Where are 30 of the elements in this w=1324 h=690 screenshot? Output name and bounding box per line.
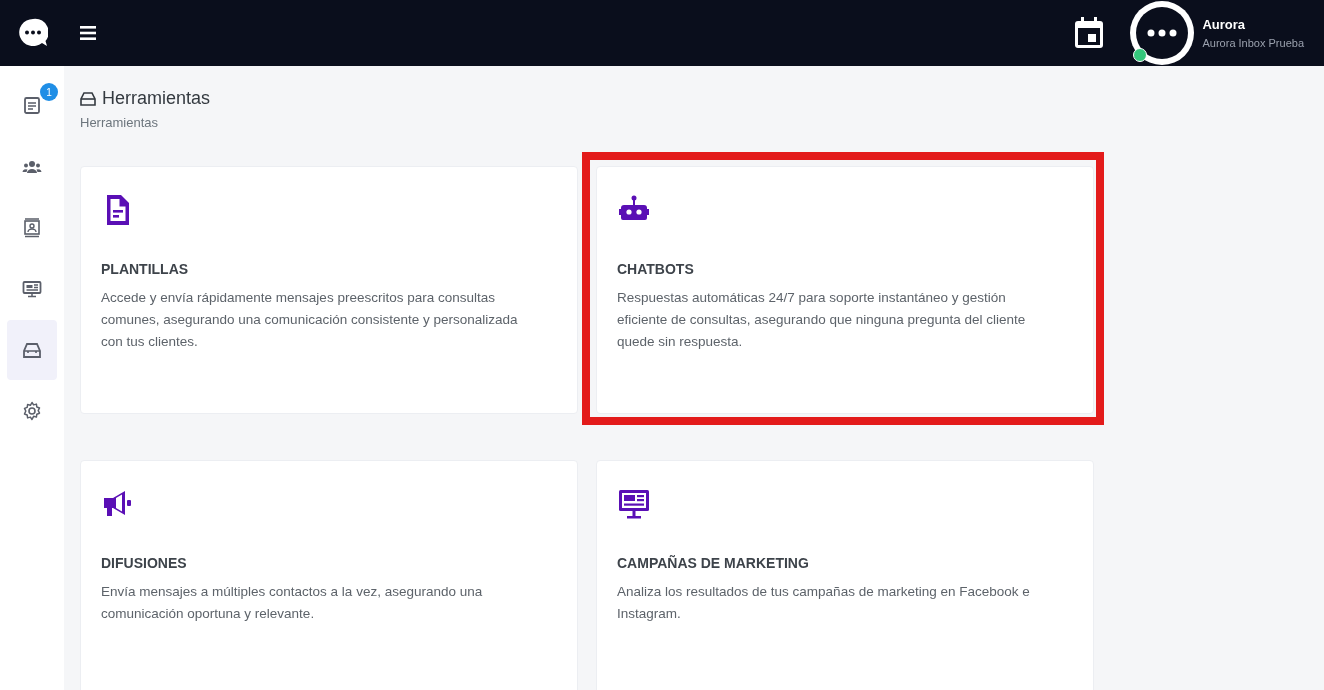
breadcrumb: Herramientas <box>80 115 160 130</box>
page-title: Herramientas <box>102 88 211 109</box>
card-title: CHATBOTS <box>617 261 695 277</box>
notification-badge: 1 <box>40 83 58 101</box>
calendar-icon[interactable] <box>1074 17 1105 49</box>
toolbox-icon <box>22 340 42 360</box>
menu-button[interactable] <box>80 26 96 40</box>
settings-icon <box>22 401 42 421</box>
chat-bubble-logo <box>18 18 48 48</box>
card-description: Accede y envía rápidamente mensajes preescritos para consultas comunes, asegurando una comunicación consistente y personalizada con tus clientes. <box>101 289 519 351</box>
contact-card-icon <box>22 218 42 238</box>
tool-card[interactable]: CHATBOTS Respuestas automáticas 24/7 para soporte instantáneo y gestión eficiente de consultas, asegurando que ninguna pregunta del cliente quede sin respuesta. <box>596 166 1094 414</box>
monitor-icon <box>22 279 42 299</box>
avatar[interactable] <box>1130 1 1195 65</box>
tool-card[interactable]: CAMPAÑAS DE MARKETING Analiza los resultados de tus campañas de marketing en Facebook e Instagram. <box>596 460 1094 690</box>
card-title: CAMPAÑAS DE MARKETING <box>617 555 810 571</box>
tool-card[interactable]: PLANTILLAS Accede y envía rápidamente mensajes preescritos para consultas comunes, asegurando una comunicación consistente y personalizada con tus clientes. <box>80 166 578 414</box>
card-description: Envía mensajes a múltiples contactos a la vez, asegurando una comunicación oportuna y relevante. <box>101 583 484 623</box>
ellipsis-icon <box>1147 29 1178 37</box>
tool-card[interactable]: DIFUSIONES Envía mensajes a múltiples contactos a la vez, asegurando una comunicación oportuna y relevante. <box>80 460 578 690</box>
toolbox-icon <box>80 91 96 106</box>
monitor-icon <box>617 487 651 521</box>
card-description: Analiza los resultados de tus campañas de marketing en Facebook e Instagram. <box>617 583 1031 623</box>
card-title: PLANTILLAS <box>101 261 190 277</box>
sidebar-item[interactable] <box>7 320 57 380</box>
user-name: Aurora <box>1202 17 1247 32</box>
card-title: DIFUSIONES <box>101 555 188 571</box>
card-description: Respuestas automáticas 24/7 para soporte instantáneo y gestión eficiente de consultas, asegurando que ninguna pregunta del cliente quede sin respuesta. <box>617 289 1027 351</box>
account-name: Aurora Inbox Prueba <box>1202 37 1304 49</box>
document-icon <box>22 96 42 116</box>
